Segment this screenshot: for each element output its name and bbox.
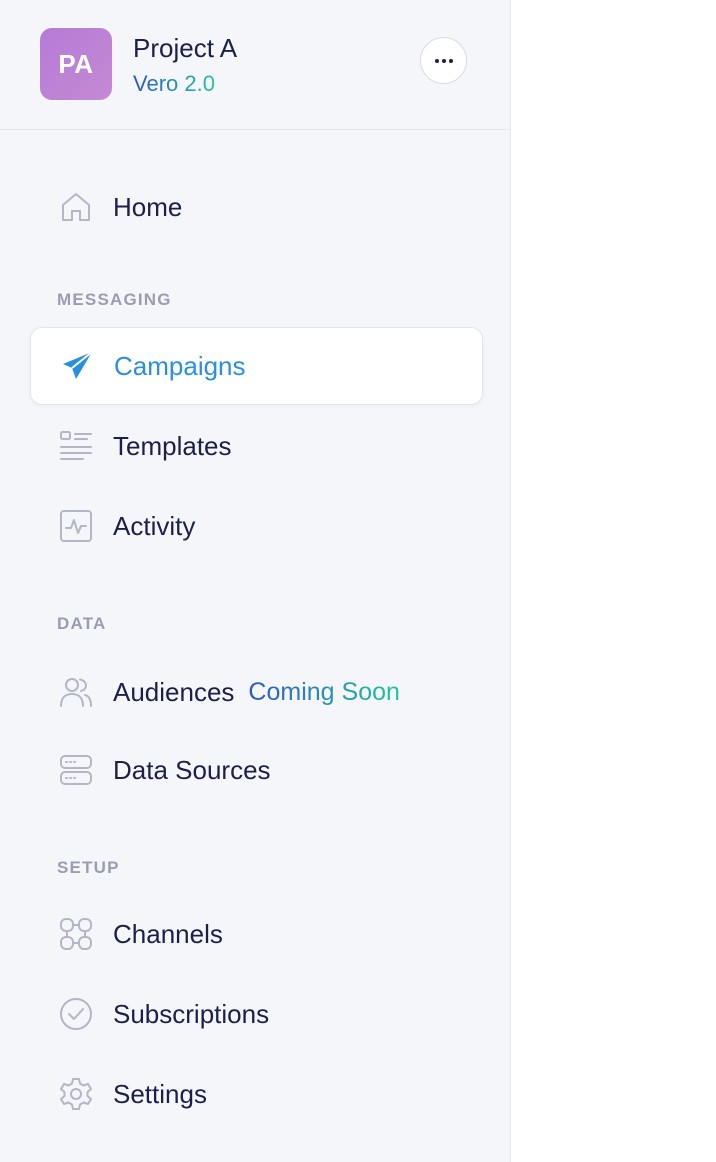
channels-grid-icon <box>58 916 94 952</box>
gear-icon <box>58 1076 94 1112</box>
nav-item-data-sources[interactable]: Data Sources <box>30 731 483 809</box>
users-icon <box>58 674 94 710</box>
nav-item-audiences[interactable]: Audiences Coming Soon <box>30 653 483 731</box>
main-content-area <box>511 0 716 1162</box>
nav-label-home: Home <box>113 191 183 222</box>
nav-item-channels[interactable]: Channels <box>30 895 483 973</box>
check-circle-icon <box>58 996 94 1032</box>
project-version: Vero 2.0 <box>133 71 215 96</box>
nav-label-audiences: Audiences <box>113 676 235 707</box>
nav-label-data-sources: Data Sources <box>113 754 271 785</box>
more-options-button[interactable] <box>420 37 467 84</box>
nav-label-channels: Channels <box>113 918 223 949</box>
nav-item-campaigns[interactable]: Campaigns <box>30 327 483 405</box>
nav-label-settings: Settings <box>113 1078 207 1109</box>
nav-label-activity: Activity <box>113 510 196 541</box>
project-avatar[interactable]: PA <box>40 28 112 100</box>
activity-pulse-icon <box>58 508 94 544</box>
more-horizontal-icon <box>434 58 453 63</box>
nav-item-templates[interactable]: Templates <box>30 407 483 485</box>
nav-item-home[interactable]: Home <box>30 168 483 246</box>
nav-label-templates: Templates <box>113 430 232 461</box>
nav-item-activity[interactable]: Activity <box>30 487 483 565</box>
project-name[interactable]: Project A <box>133 33 237 64</box>
server-icon <box>58 752 94 788</box>
nav-item-subscriptions[interactable]: Subscriptions <box>30 975 483 1053</box>
project-header: PA Project A Vero 2.0 <box>0 0 510 130</box>
paper-plane-icon <box>59 348 95 384</box>
section-label-messaging: MESSAGING <box>57 290 172 309</box>
templates-list-icon <box>58 428 94 464</box>
sidebar: PA Project A Vero 2.0 Home MESSAGING Cam… <box>0 0 511 1162</box>
coming-soon-badge: Coming Soon <box>248 677 400 706</box>
section-label-data: DATA <box>57 614 107 633</box>
nav-item-settings[interactable]: Settings <box>30 1055 483 1133</box>
home-icon <box>58 189 94 225</box>
nav-label-subscriptions: Subscriptions <box>113 998 270 1029</box>
nav-label-campaigns: Campaigns <box>114 350 246 381</box>
section-label-setup: SETUP <box>57 858 120 877</box>
